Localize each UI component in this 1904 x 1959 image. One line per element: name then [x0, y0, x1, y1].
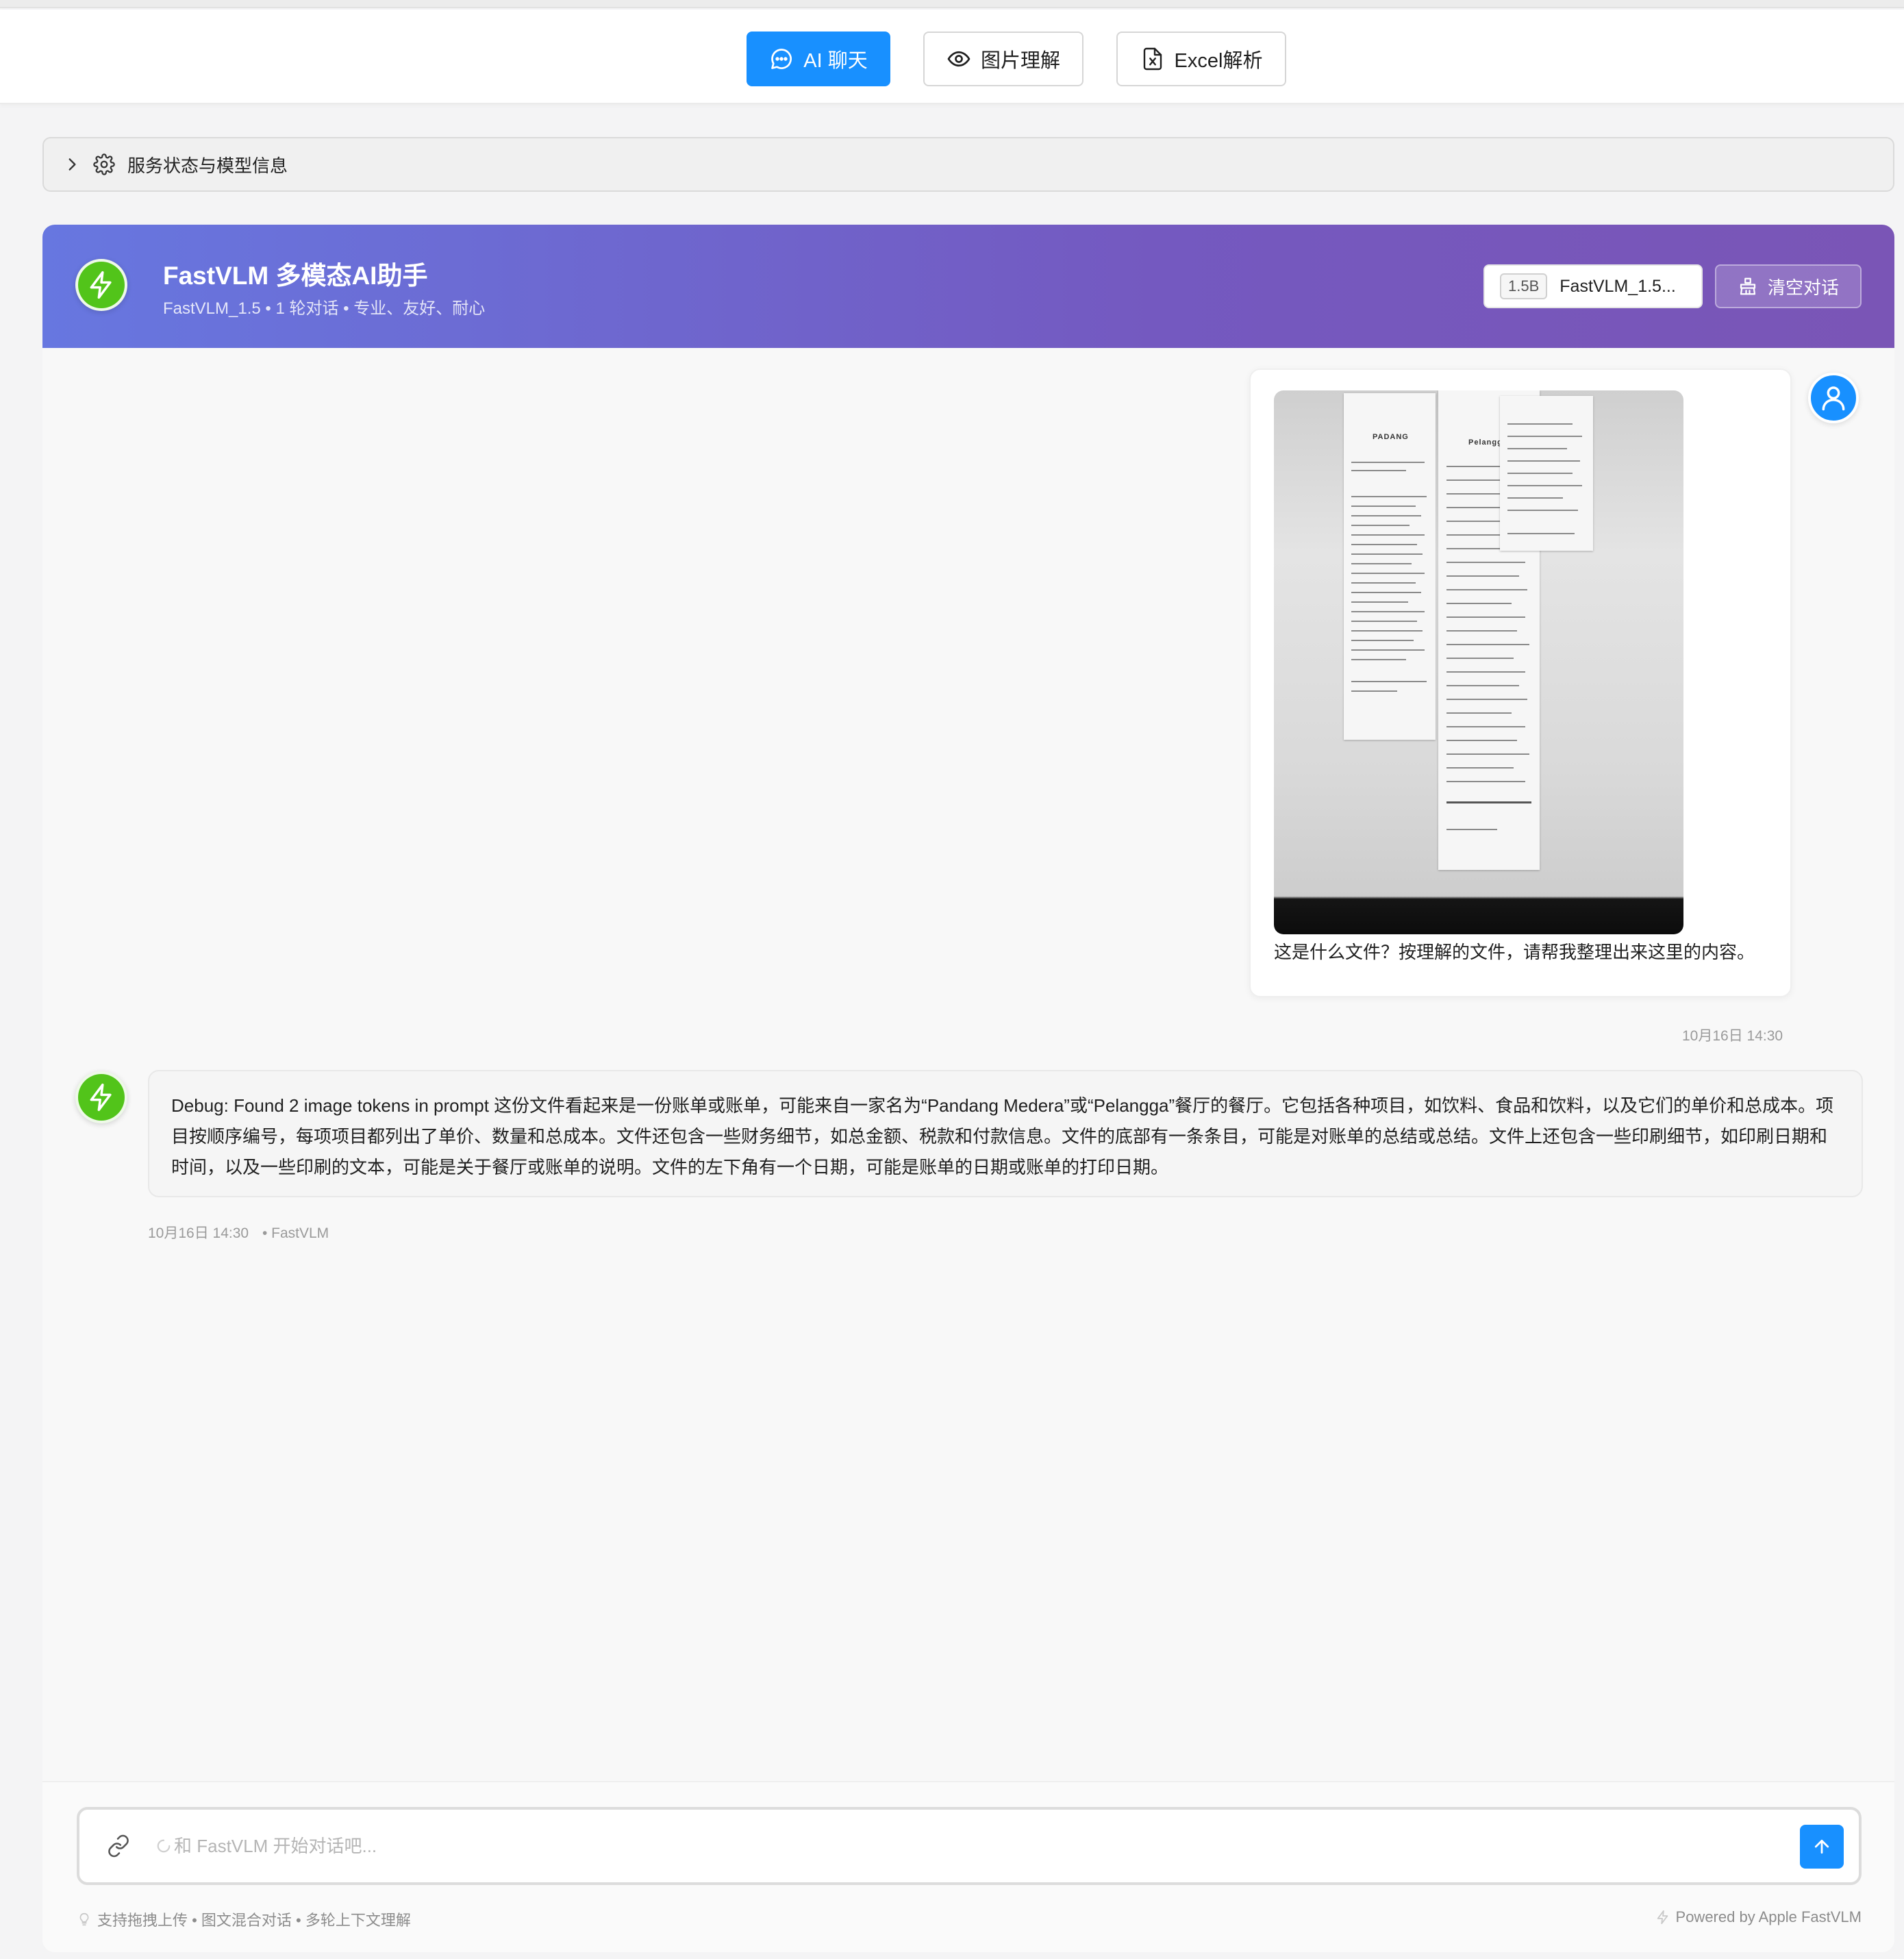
user-message-time: 10月16日 14:30 [1682, 1028, 1783, 1044]
browser-top-strip [0, 0, 1904, 8]
send-button[interactable] [1800, 1825, 1844, 1869]
tab-image-understanding[interactable]: 图片理解 [923, 32, 1083, 86]
loading-spinner-icon [157, 1839, 171, 1853]
clear-chat-button[interactable]: 清空对话 [1715, 264, 1862, 308]
chat-input-box [77, 1807, 1862, 1885]
chat-subtitle: FastVLM_1.5 • 1 轮对话 • 专业、友好、耐心 [163, 299, 486, 318]
lightning-icon [90, 271, 112, 299]
user-message-text: 这是什么文件？按理解的文件，请帮我整理出来这里的内容。 [1274, 942, 1755, 962]
chat-bubble-icon [771, 49, 792, 69]
lightning-icon [1657, 1910, 1668, 1925]
assistant-message-avatar [75, 1071, 127, 1123]
chevron-right-icon [68, 158, 76, 171]
chat-title: FastVLM 多模态AI助手 [163, 262, 428, 290]
receipt-right [1500, 396, 1593, 551]
user-message-bubble: PADANG Pelangga 这是什么文件？按理解的文件，请帮我整理出来这里的… [1249, 369, 1792, 997]
arrow-up-icon [1814, 1839, 1829, 1854]
uploaded-receipts-photo[interactable]: PADANG Pelangga [1274, 390, 1683, 934]
lightning-icon [90, 1083, 112, 1112]
model-size-tag: 1.5B [1500, 273, 1548, 299]
tab-excel-parse[interactable]: Excel解析 [1116, 32, 1286, 86]
chat-input[interactable] [174, 1827, 1715, 1864]
tab-label: 图片理解 [980, 50, 1060, 72]
excel-file-icon [1143, 47, 1162, 71]
user-icon [1822, 386, 1845, 411]
receipt-left: PADANG [1344, 393, 1436, 740]
input-hint-text: 支持拖拽上传 • 图文混合对话 • 多轮上下文理解 [97, 1912, 411, 1929]
top-navigation: AI 聊天 图片理解 Excel解析 [0, 10, 1904, 104]
link-attach-icon[interactable] [107, 1834, 130, 1858]
input-hint: 支持拖拽上传 • 图文混合对话 • 多轮上下文理解 [77, 1908, 411, 1930]
assistant-message-meta: 10月16日 14:30 • FastVLM [148, 1222, 329, 1243]
tab-label: AI 聊天 [803, 50, 868, 72]
assistant-message-sender: • FastVLM [262, 1225, 329, 1241]
clear-chat-label: 清空对话 [1767, 277, 1839, 298]
tab-label: Excel解析 [1174, 50, 1263, 72]
model-name: FastVLM_1.5... [1559, 276, 1676, 296]
assistant-message-time: 10月16日 14:30 [148, 1225, 249, 1241]
service-status-panel[interactable]: 服务状态与模型信息 [42, 137, 1894, 192]
assistant-message-bubble: Debug: Found 2 image tokens in prompt 这份… [148, 1070, 1863, 1197]
powered-by: Powered by Apple FastVLM [1655, 1908, 1862, 1926]
tab-ai-chat[interactable]: AI 聊天 [747, 32, 890, 86]
eye-icon [947, 51, 970, 67]
model-selector[interactable]: 1.5B FastVLM_1.5... [1483, 264, 1703, 308]
broom-icon [1740, 277, 1756, 295]
user-avatar [1808, 373, 1859, 423]
assistant-avatar [75, 259, 127, 311]
chat-header: FastVLM 多模态AI助手 FastVLM_1.5 • 1 轮对话 • 专业… [42, 225, 1894, 348]
service-status-label: 服务状态与模型信息 [127, 155, 288, 176]
lightbulb-icon [79, 1912, 89, 1926]
chat-input-area: 支持拖拽上传 • 图文混合对话 • 多轮上下文理解 Powered by App… [42, 1781, 1894, 1952]
gear-icon [93, 153, 115, 175]
powered-by-text: Powered by Apple FastVLM [1675, 1908, 1862, 1925]
chat-card: FastVLM 多模态AI助手 FastVLM_1.5 • 1 轮对话 • 专业… [42, 225, 1894, 1952]
